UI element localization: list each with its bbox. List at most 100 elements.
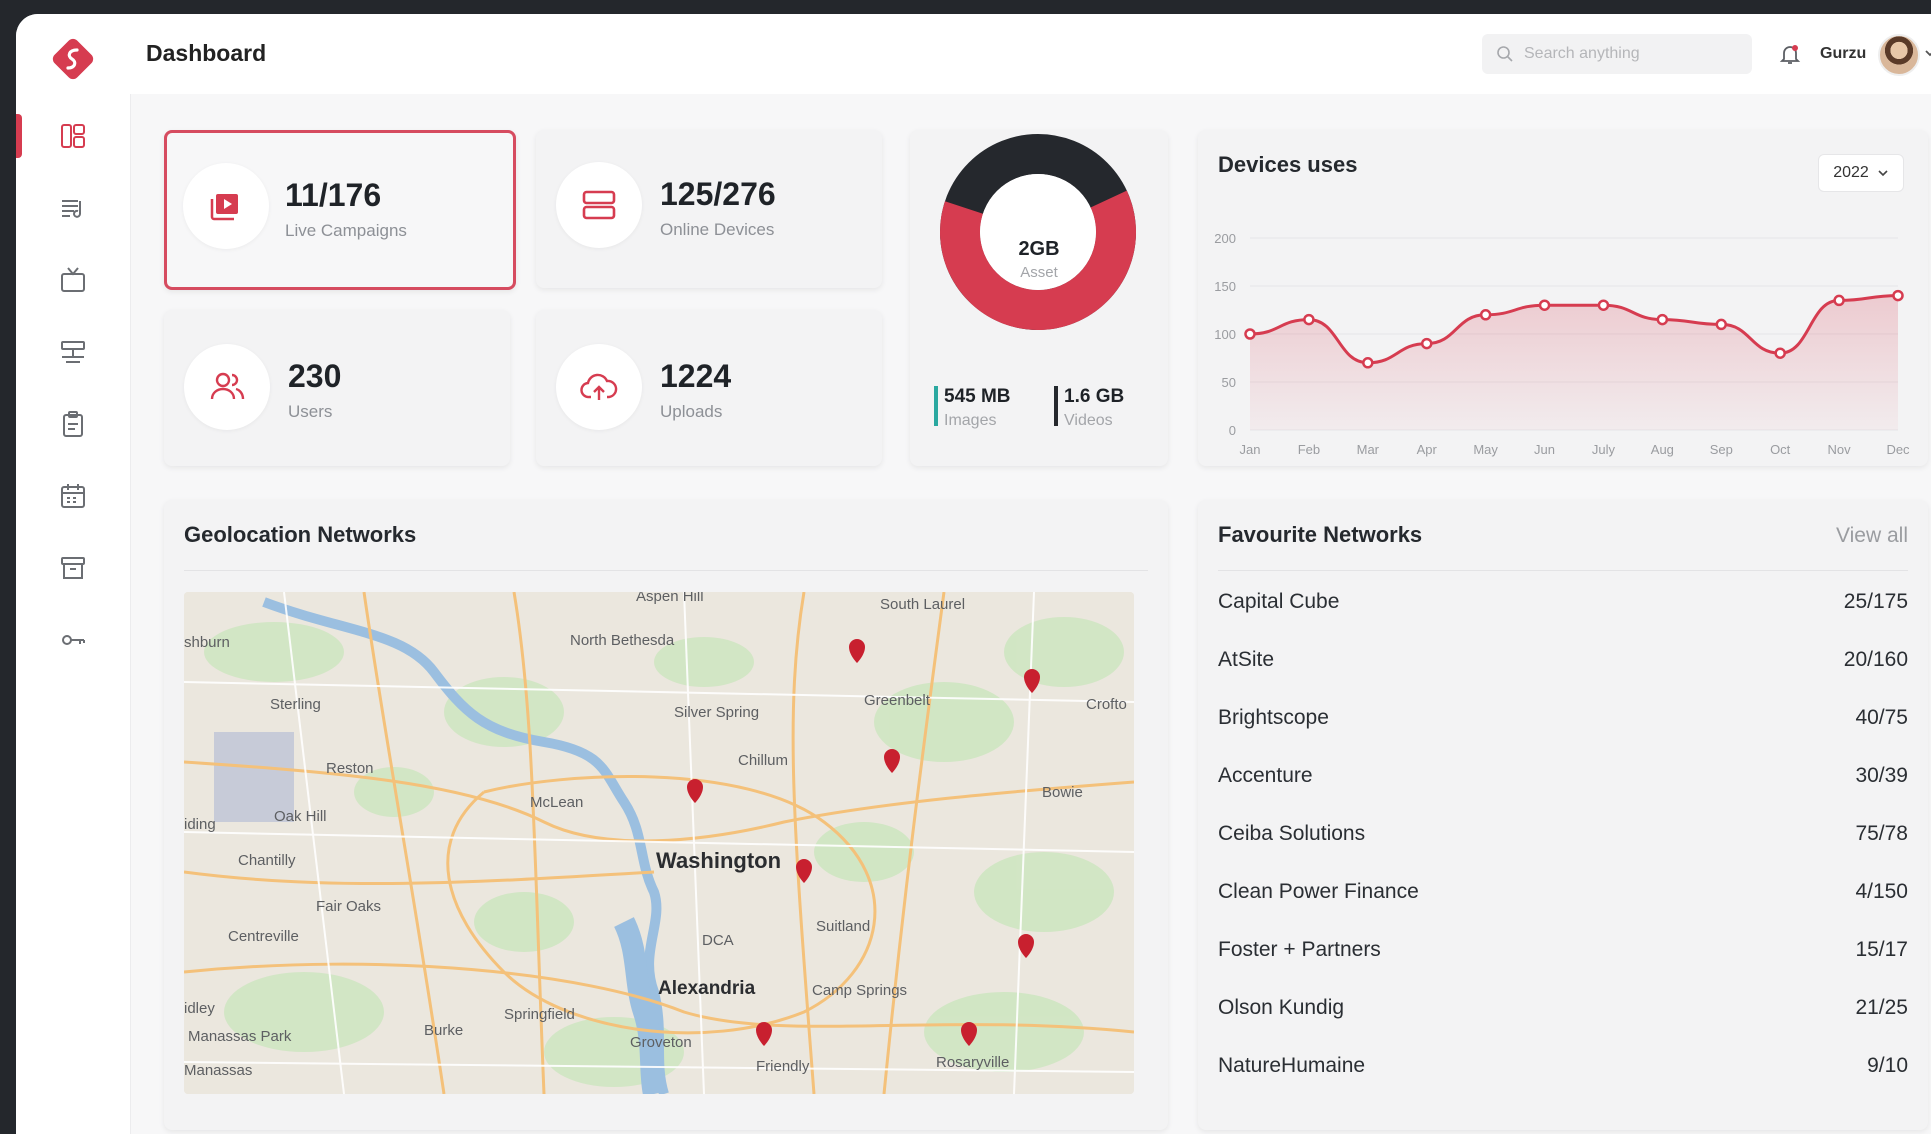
network-value: 4/150 [1855,880,1908,903]
map-label: Reston [326,760,374,777]
storage-total-label: Asset [1020,264,1058,281]
map-label: Chantilly [238,852,296,869]
list-item[interactable]: Brightscope 40/75 [1218,698,1908,738]
network-name: Accenture [1218,764,1313,787]
chevron-down-icon[interactable] [1923,46,1931,60]
network-name: Olson Kundig [1218,996,1345,1019]
images-legend-marker [934,386,938,426]
users-icon [210,372,245,400]
videos-label: Videos [1064,412,1113,429]
map-label: Groveton [630,1034,692,1051]
network-value: 75/78 [1855,822,1908,845]
y-tick-label: 0 [1229,423,1236,438]
sidebar-item-tasks[interactable] [16,398,130,450]
x-tick-label: Oct [1770,442,1791,457]
map-label: Manassas [184,1062,253,1079]
map-label: Washington [656,848,782,873]
stat-card-uploads[interactable]: 1224 Uploads [536,310,882,466]
y-tick-label: 50 [1222,375,1236,390]
map-label: Suitland [816,918,871,935]
x-tick-label: Apr [1417,442,1438,457]
x-tick-label: Nov [1828,442,1852,457]
geolocation-title: Geolocation Networks [184,522,417,547]
map-label: Burke [424,1022,464,1039]
view-all-link[interactable]: View all [1836,524,1908,548]
network-value: 9/10 [1867,1054,1908,1077]
map-label: iding [184,816,216,833]
sidebar-item-playlist[interactable] [16,182,130,234]
x-tick-label: Dec [1886,442,1910,457]
map-label: Fair Oaks [316,898,382,915]
map-label: Rosaryville [936,1054,1010,1071]
stat-card-live-campaigns[interactable]: 11/176 Live Campaigns [164,130,516,290]
map-label: Manassas Park [188,1028,292,1045]
x-tick-label: May [1473,442,1498,457]
devices-uses-card: Devices uses 2022 0 50 100 150 200 Jan Feb Mar A… [1198,130,1928,466]
map-background [184,592,1134,1094]
list-item[interactable]: Ceiba Solutions 75/78 [1218,814,1908,854]
stat-icon [556,162,642,248]
sidebar-item-dashboard[interactable] [16,110,130,162]
network-value: 21/25 [1855,996,1908,1019]
data-point [1892,289,1904,302]
storage-card: 2GB Asset 545 MB Images 1.6 GB Videos [910,130,1168,466]
list-item[interactable]: Clean Power Finance 4/150 [1218,872,1908,912]
list-item[interactable]: Olson Kundig 21/25 [1218,988,1908,1028]
network-name: AtSite [1218,648,1275,671]
storage-donut-chart [940,134,1136,330]
calendar-icon [61,484,85,508]
y-tick-label: 100 [1214,327,1236,342]
map-label: Aspen Hill [636,592,704,605]
network-value: 40/75 [1855,706,1908,729]
tv-icon [61,267,85,292]
cloud-upload-icon [580,373,618,400]
x-tick-label: July [1592,442,1616,457]
geolocation-map[interactable]: Aspen Hill South Laurel North Bethesda s… [184,592,1134,1094]
images-value: 545 MB [944,386,1011,407]
list-item[interactable]: Accenture 30/39 [1218,756,1908,796]
data-point [1656,313,1669,326]
stat-value: 230 [288,358,342,394]
stat-card-online-devices[interactable]: 125/276 Online Devices [536,130,882,288]
map-label: Camp Springs [812,982,908,999]
key-icon [62,635,85,645]
stat-card-users[interactable]: 230 Users [164,310,510,466]
video-icon [210,194,238,221]
avatar[interactable] [1878,34,1920,76]
images-label: Images [944,412,997,429]
map-label: Springfield [504,1006,575,1023]
network-icon [61,341,85,363]
sidebar-item-network[interactable] [16,326,130,378]
divider [184,570,1148,571]
x-tick-label: Mar [1357,442,1380,457]
x-tick-label: Sep [1710,442,1733,457]
map-label: Crofto [1086,696,1127,713]
list-item[interactable]: Capital Cube 25/175 [1218,582,1908,622]
videos-legend-marker [1054,386,1058,426]
app-logo[interactable] [50,36,96,82]
search-input[interactable] [1522,44,1746,64]
user-name[interactable]: Gurzu [1820,45,1866,63]
list-item[interactable]: NatureHumaine 9/10 [1218,1046,1908,1086]
dashboard-icon [61,124,85,148]
favourite-networks-title: Favourite Networks [1218,522,1423,547]
map-label: Friendly [756,1058,810,1075]
area-fill [1250,295,1898,430]
map-label: DCA [702,932,734,949]
data-point [1833,294,1845,307]
server-icon [582,190,616,220]
list-item[interactable]: Foster + Partners 15/17 [1218,930,1908,970]
y-tick-label: 150 [1214,279,1236,294]
search-box[interactable] [1482,34,1752,74]
notification-bell-icon[interactable] [1778,42,1802,66]
sidebar-item-screens[interactable] [16,254,130,306]
stat-label: Uploads [660,402,723,421]
sidebar-item-archive[interactable] [16,542,130,594]
data-point [1303,313,1315,326]
sidebar-item-keys[interactable] [16,614,130,666]
network-name: NatureHumaine [1218,1054,1366,1077]
network-name: Brightscope [1218,706,1329,729]
data-point [1479,309,1492,321]
list-item[interactable]: AtSite 20/160 [1218,640,1908,680]
sidebar-item-schedule[interactable] [16,470,130,522]
